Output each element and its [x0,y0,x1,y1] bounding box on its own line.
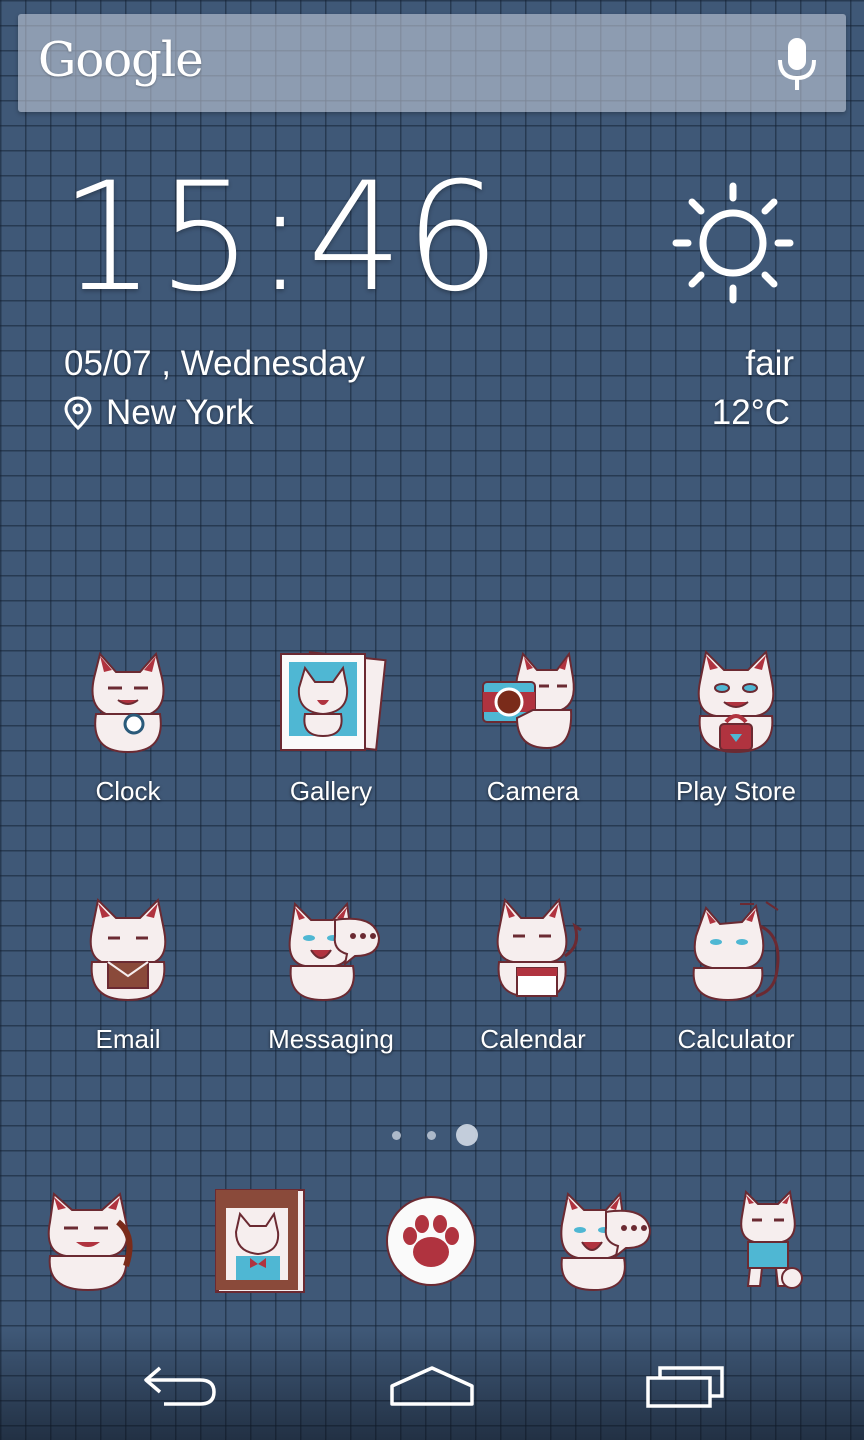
cat-email-icon [89,897,167,1002]
cat-phone-icon[interactable] [36,1186,146,1296]
clock-time[interactable]: 15:46 [60,158,502,318]
app-clock[interactable]: Clock [28,648,228,828]
cat-calculator-icon [692,901,780,1002]
home-icon[interactable] [388,1360,476,1410]
location-pin-icon [64,396,92,430]
app-calendar[interactable]: Calendar [433,896,633,1076]
location: New York [64,393,254,433]
cat-clock-icon [91,651,165,754]
page-dot [392,1131,401,1140]
app-gallery[interactable]: Gallery [231,648,431,828]
temperature: 12°C [711,393,790,432]
cat-camera-icon [482,651,575,750]
page-dot [427,1131,436,1140]
google-search-bar[interactable]: Google [18,14,846,112]
cat-play-store-icon [697,649,775,754]
app-calculator[interactable]: Calculator [636,896,836,1076]
app-label: Messaging [268,1024,394,1054]
date-text: 05/07 , Wednesday [64,344,365,383]
page-dot-active [456,1124,478,1146]
cat-browser-icon[interactable] [716,1186,826,1296]
app-label: Camera [486,776,580,806]
cat-messaging-icon [288,901,381,1002]
google-logo: Google [38,32,204,88]
app-label: Gallery [289,776,373,806]
location-text: New York [106,393,254,432]
app-camera[interactable]: Camera [433,648,633,828]
cat-gallery-icon [280,651,387,751]
page-indicator [380,1120,490,1150]
recent-apps-icon[interactable] [644,1360,728,1410]
cat-calendar-icon [496,897,582,997]
app-email[interactable]: Email [28,896,228,1076]
app-label: Play Store [676,776,796,806]
back-icon[interactable] [140,1360,220,1410]
microphone-icon[interactable] [774,36,820,92]
app-label: Calculator [677,1024,795,1054]
weather-condition: fair [745,344,794,383]
app-label: Calendar [480,1024,586,1054]
app-messaging[interactable]: Messaging [231,896,431,1076]
app-label: Clock [95,776,161,806]
app-label: Email [95,1024,161,1054]
cat-contacts-icon[interactable] [210,1186,320,1296]
app-play-store[interactable]: Play Store [636,648,836,828]
sun-icon [672,182,794,304]
paw-apps-icon[interactable] [376,1186,486,1296]
cat-messaging-icon[interactable] [548,1186,658,1296]
